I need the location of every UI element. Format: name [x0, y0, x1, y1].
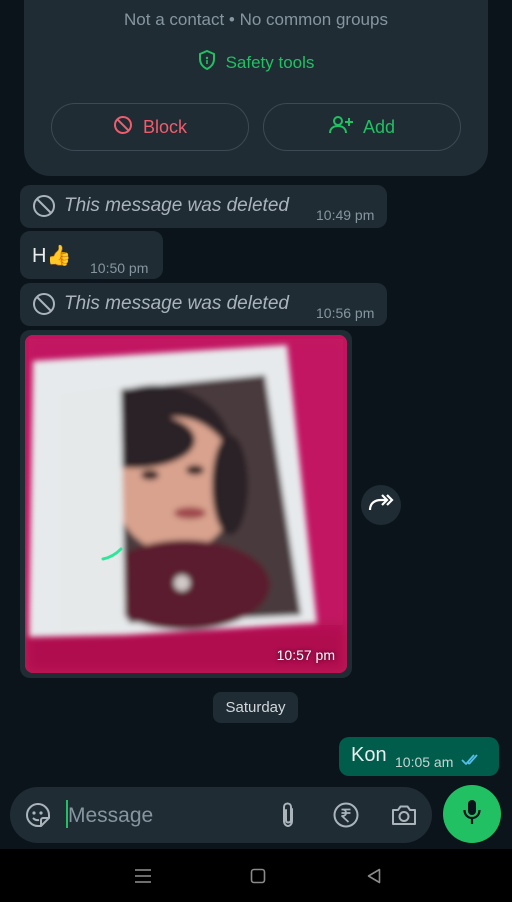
block-icon — [113, 115, 133, 140]
contact-status-text: Not a contact • No common groups — [124, 10, 388, 29]
read-ticks-icon — [461, 753, 483, 771]
message-photo[interactable]: 10:57 pm — [25, 335, 347, 673]
message-time: 10:57 pm — [276, 647, 335, 663]
forward-button[interactable] — [361, 485, 401, 525]
message-bubble-deleted[interactable]: This message was deleted 10:49 pm — [20, 185, 387, 228]
message-time: 10:56 pm — [316, 305, 375, 321]
home-icon[interactable] — [245, 863, 271, 889]
attach-icon[interactable] — [274, 801, 302, 829]
block-label: Block — [142, 116, 187, 137]
rupee-icon[interactable] — [332, 801, 360, 829]
message-composer — [10, 787, 432, 843]
add-person-icon — [328, 115, 353, 140]
message-bubble-deleted[interactable]: This message was deleted 10:56 pm — [20, 283, 387, 326]
message-bubble[interactable]: H👍 10:50 pm — [20, 231, 163, 279]
forward-icon — [368, 493, 394, 517]
camera-icon[interactable] — [390, 801, 418, 829]
message-time: 10:49 pm — [316, 207, 375, 223]
back-icon[interactable] — [361, 863, 387, 889]
safety-tools-link[interactable]: Safety tools — [24, 49, 488, 75]
shield-icon — [198, 49, 216, 75]
image-message-bubble[interactable]: 10:57 pm — [20, 330, 352, 678]
safety-tools-label: Safety tools — [225, 52, 315, 72]
system-nav-bar — [0, 849, 512, 902]
deleted-message-text: This message was deleted — [64, 293, 289, 314]
mic-icon — [462, 798, 482, 831]
add-label: Add — [362, 116, 396, 137]
message-time: 10:50 pm — [90, 260, 149, 276]
sticker-icon[interactable] — [24, 801, 52, 829]
message-text: H👍 — [32, 245, 72, 267]
block-icon — [32, 292, 56, 321]
day-separator-label: Saturday — [225, 699, 286, 716]
photo-image — [25, 335, 347, 673]
outgoing-message-bubble[interactable]: Kon 10:05 am — [339, 737, 499, 776]
day-separator: Saturday — [213, 692, 298, 723]
add-contact-button[interactable]: Add — [263, 103, 461, 151]
message-input[interactable] — [66, 797, 270, 835]
message-text: Kon — [351, 744, 387, 766]
voice-record-button[interactable] — [443, 785, 501, 843]
block-button[interactable]: Block — [51, 103, 249, 151]
block-icon — [32, 194, 56, 223]
contact-info-card: Not a contact • No common groups Safety … — [24, 0, 488, 176]
message-time: 10:05 am — [395, 754, 454, 770]
menu-icon[interactable] — [130, 863, 156, 889]
deleted-message-text: This message was deleted — [64, 195, 289, 216]
